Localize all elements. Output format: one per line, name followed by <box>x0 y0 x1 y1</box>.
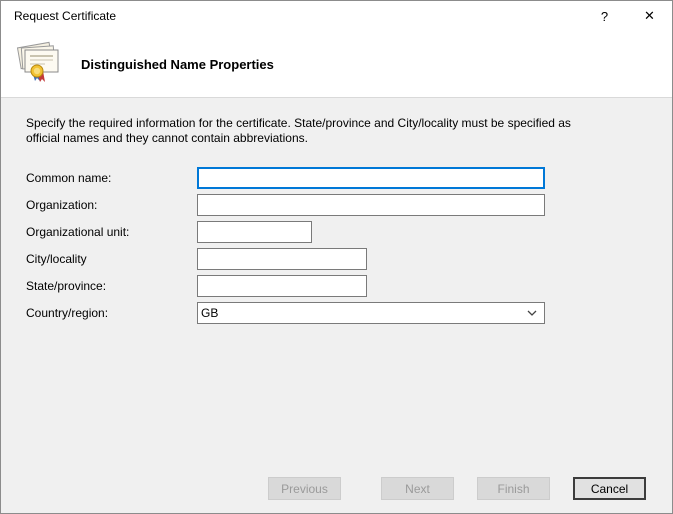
organization-row: Organization: <box>26 194 672 216</box>
help-icon: ? <box>600 8 609 24</box>
wizard-footer: Previous Next Finish Cancel <box>1 477 672 500</box>
request-certificate-dialog: Request Certificate ? ✕ Distinguished Na… <box>0 0 673 514</box>
state-province-row: State/province: <box>26 275 672 297</box>
city-locality-label: City/locality <box>26 252 87 266</box>
titlebar: Request Certificate ? ✕ <box>1 1 672 31</box>
wizard-body: Specify the required information for the… <box>1 98 672 513</box>
window-title: Request Certificate <box>14 9 117 23</box>
organization-input[interactable] <box>197 194 545 216</box>
organizational-unit-input[interactable] <box>197 221 312 243</box>
state-province-input[interactable] <box>197 275 367 297</box>
close-icon: ✕ <box>644 8 655 23</box>
common-name-input[interactable] <box>197 167 545 189</box>
help-button[interactable]: ? <box>582 1 627 31</box>
country-region-select[interactable]: GB <box>197 302 545 324</box>
organizational-unit-label: Organizational unit: <box>26 225 130 239</box>
organization-label: Organization: <box>26 198 98 212</box>
certificate-icon <box>15 41 65 88</box>
next-button[interactable]: Next <box>381 477 454 500</box>
page-title: Distinguished Name Properties <box>81 56 274 72</box>
cancel-button[interactable]: Cancel <box>573 477 646 500</box>
finish-button[interactable]: Finish <box>477 477 550 500</box>
city-locality-input[interactable] <box>197 248 367 270</box>
organizational-unit-row: Organizational unit: <box>26 221 672 243</box>
instructions-text: Specify the required information for the… <box>26 116 571 145</box>
common-name-row: Common name: <box>26 167 672 189</box>
previous-button[interactable]: Previous <box>268 477 341 500</box>
city-locality-row: City/locality <box>26 248 672 270</box>
country-region-label: Country/region: <box>26 306 109 320</box>
close-button[interactable]: ✕ <box>627 1 672 31</box>
country-region-row: Country/region: GB <box>26 302 672 324</box>
wizard-header: Distinguished Name Properties <box>1 31 672 98</box>
common-name-label: Common name: <box>26 171 112 185</box>
state-province-label: State/province: <box>26 279 107 293</box>
